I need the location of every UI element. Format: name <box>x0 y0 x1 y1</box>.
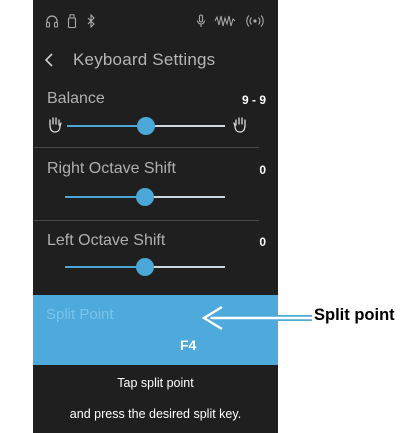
right-octave-shift-label: Right Octave Shift <box>47 160 176 177</box>
balance-value: 9 - 9 <box>241 93 266 107</box>
bluetooth-icon <box>87 14 95 28</box>
balance-row[interactable]: Balance 9 - 9 <box>33 84 278 154</box>
divider <box>33 220 259 221</box>
split-point-callout-label: Split point <box>314 306 395 324</box>
back-arrow-icon[interactable] <box>41 49 59 71</box>
divider <box>33 147 259 148</box>
left-hand-icon <box>49 117 62 133</box>
usb-memory-icon <box>67 14 77 28</box>
mic-icon <box>196 14 206 27</box>
right-hand-icon <box>233 117 246 133</box>
left-octave-shift-row[interactable]: Left Octave Shift 0 <box>33 224 278 289</box>
page-title: Keyboard Settings <box>73 50 216 69</box>
balance-slider-fill <box>67 125 146 127</box>
balance-slider-knob[interactable] <box>137 117 155 135</box>
split-point-value: F4 <box>180 337 197 353</box>
hint-line-1: Tap split point <box>117 376 194 390</box>
top-bar: Keyboard Settings <box>33 44 278 76</box>
right-octave-slider-fill <box>65 196 145 198</box>
headphones-icon <box>45 15 59 28</box>
status-bar <box>33 0 278 40</box>
split-point-label: Split Point <box>46 306 114 323</box>
left-octave-slider-fill <box>65 266 145 268</box>
left-octave-shift-value: 0 <box>259 235 266 249</box>
audio-wave-icon <box>214 15 236 27</box>
left-octave-slider-knob[interactable] <box>136 258 154 276</box>
hint-line-2: and press the desired split key. <box>69 407 242 421</box>
balance-label: Balance <box>47 90 105 107</box>
wireless-icon <box>246 15 264 27</box>
left-octave-shift-label: Left Octave Shift <box>47 232 166 249</box>
keyboard-settings-screen: Keyboard Settings Balance 9 - 9 Right Oc… <box>33 0 278 433</box>
right-octave-shift-row[interactable]: Right Octave Shift 0 <box>33 154 278 219</box>
right-octave-shift-value: 0 <box>259 163 266 177</box>
split-point-row[interactable]: Split Point F4 <box>33 295 278 365</box>
right-octave-slider-knob[interactable] <box>136 188 154 206</box>
